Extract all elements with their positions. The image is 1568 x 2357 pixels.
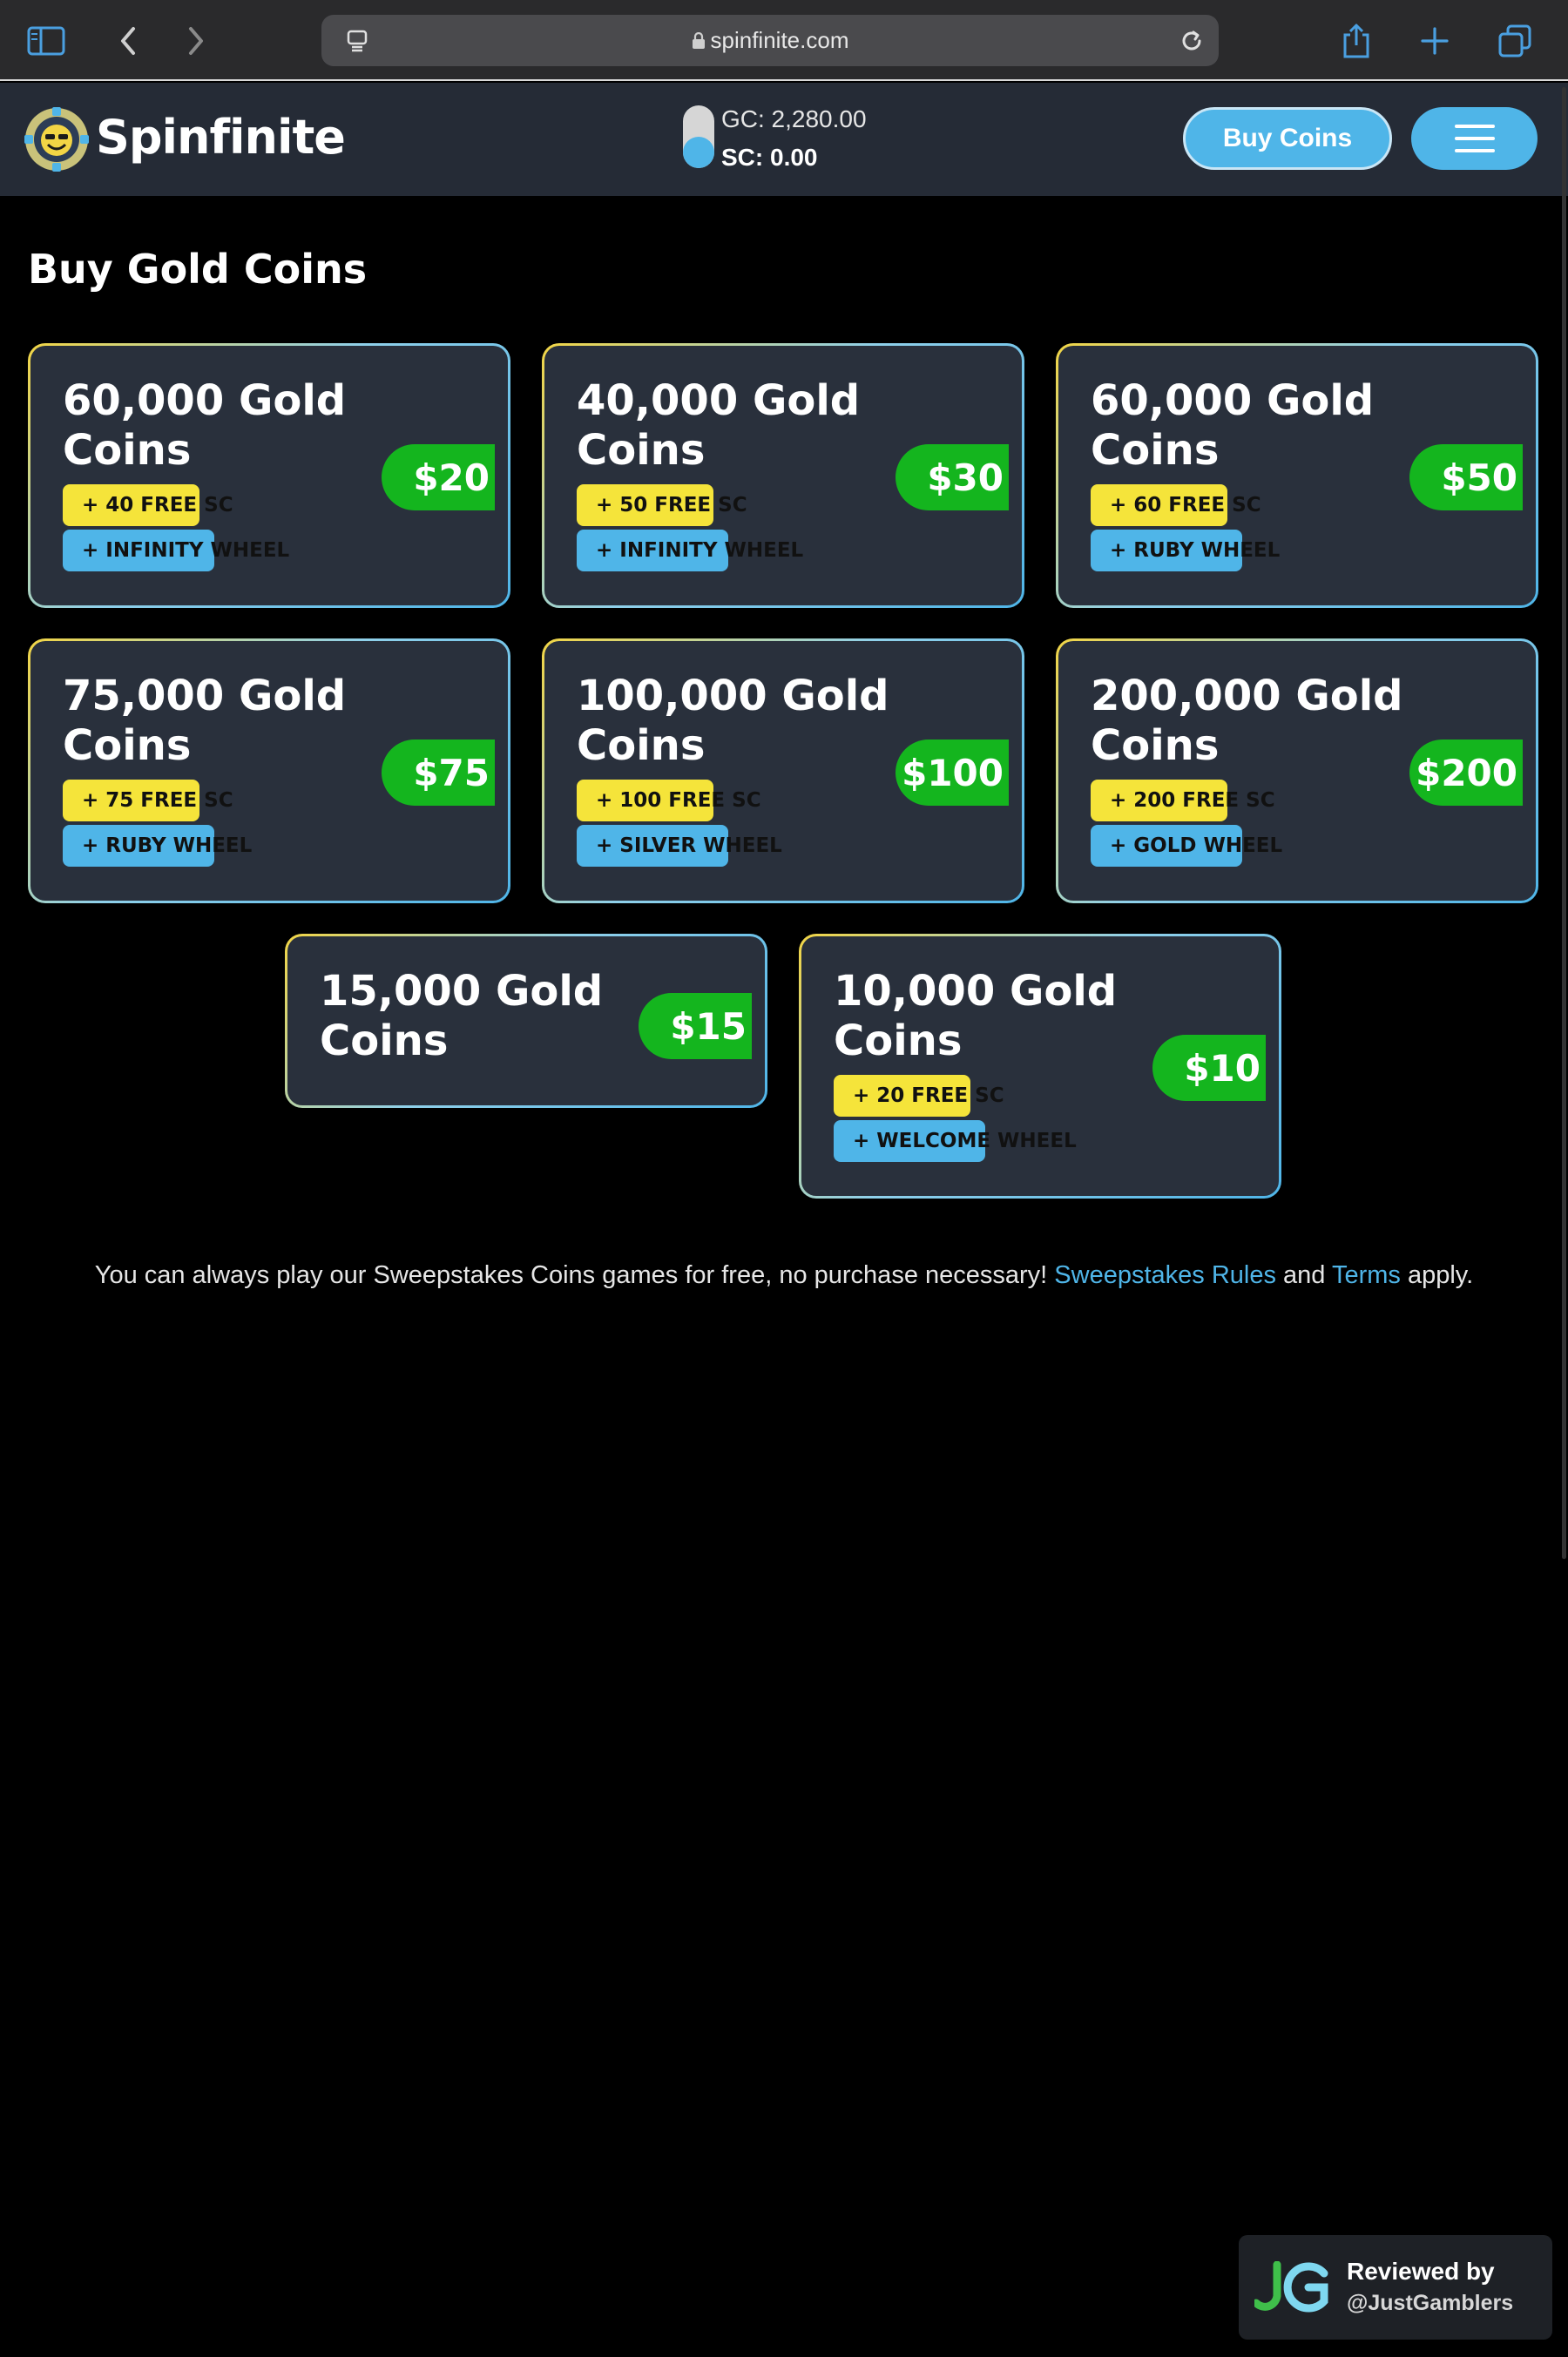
sweepstakes-rules-link[interactable]: Sweepstakes Rules [1054,1261,1276,1289]
forward-icon[interactable] [172,17,220,64]
package-card[interactable]: 100,000 Gold Coins $100 + SILVER WHEEL +… [542,638,1024,903]
back-icon[interactable] [105,17,152,64]
currency-toggle[interactable] [683,105,714,168]
sc-bonus-badge: + 50 FREE SC [577,484,747,526]
lock-icon [692,17,706,68]
package-title: 15,000 Gold Coins [320,967,604,1065]
url-value: spinfinite.com [710,27,849,53]
spinfinite-logo-icon[interactable] [23,105,91,173]
sc-bonus-badge: + 60 FREE SC [1091,484,1261,526]
package-price[interactable]: $100 [896,740,1009,806]
package-card[interactable]: 200,000 Gold Coins $200 + GOLD WHEEL + 2… [1056,638,1538,903]
package-title: 100,000 Gold Coins [577,672,889,770]
package-title: 10,000 Gold Coins [834,967,1118,1065]
sc-bonus-badge: + 75 FREE SC [63,780,233,821]
purchase-disclaimer: You can always play our Sweepstakes Coin… [0,1261,1568,1290]
brand-name[interactable]: Spinfinite [96,109,346,166]
address-bar[interactable]: spinfinite.com [321,15,1219,66]
disclaimer-and: and [1275,1261,1332,1289]
package-price[interactable]: $30 [896,444,1009,510]
toggle-knob [683,137,714,168]
sc-bonus-badge: + 20 FREE SC [834,1075,1004,1117]
package-price[interactable]: $20 [382,444,495,510]
tabs-icon[interactable] [1491,17,1538,64]
package-card[interactable]: 60,000 Gold Coins $50 + RUBY WHEEL + 60 … [1056,343,1538,608]
sc-bonus-badge: + 100 FREE SC [577,780,761,821]
wheel-bonus-badge: + GOLD WHEEL [1091,825,1282,867]
page-title: Buy Gold Coins [28,246,368,293]
terms-link[interactable]: Terms [1332,1261,1401,1289]
package-title: 40,000 Gold Coins [577,376,861,475]
new-tab-icon[interactable] [1411,17,1458,64]
url-text: spinfinite.com [321,15,1219,66]
package-card[interactable]: 75,000 Gold Coins $75 + RUBY WHEEL + 75 … [28,638,510,903]
package-price[interactable]: $75 [382,740,495,806]
sc-bonus-badge: + 200 FREE SC [1091,780,1275,821]
scrollbar[interactable] [1562,87,1566,1559]
hamburger-menu-icon[interactable] [1411,107,1538,170]
package-price[interactable]: $15 [639,993,752,1059]
justgamblers-logo [1252,2260,1329,2313]
package-title: 75,000 Gold Coins [63,672,347,770]
wheel-bonus-badge: + WELCOME WHEEL [834,1120,1077,1162]
package-card[interactable]: 10,000 Gold Coins $10 + WELCOME WHEEL + … [799,934,1281,1199]
browser-toolbar: spinfinite.com [0,0,1568,81]
review-title: Reviewed by [1347,2258,1495,2285]
sc-balance: SC: 0.00 [721,144,818,171]
sc-bonus-badge: + 40 FREE SC [63,484,233,526]
wheel-bonus-badge: + SILVER WHEEL [577,825,782,867]
package-price[interactable]: $200 [1409,740,1523,806]
package-title: 60,000 Gold Coins [1091,376,1375,475]
share-icon[interactable] [1333,17,1380,64]
wheel-bonus-badge: + INFINITY WHEEL [63,530,289,571]
wheel-bonus-badge: + INFINITY WHEEL [577,530,803,571]
wheel-bonus-badge: + RUBY WHEEL [63,825,252,867]
package-card[interactable]: 40,000 Gold Coins $30 + INFINITY WHEEL +… [542,343,1024,608]
site-header: Spinfinite GC: 2,280.00 SC: 0.00 Buy Coi… [0,83,1568,196]
package-card[interactable]: 60,000 Gold Coins $20 + INFINITY WHEEL +… [28,343,510,608]
buy-coins-button[interactable]: Buy Coins [1183,107,1392,170]
package-price[interactable]: $50 [1409,444,1523,510]
gc-balance: GC: 2,280.00 [721,105,867,132]
package-price[interactable]: $10 [1152,1035,1266,1101]
reload-icon[interactable] [1168,17,1215,64]
reviewed-by-badge: Reviewed by @JustGamblers [1239,2235,1552,2340]
wheel-bonus-badge: + RUBY WHEEL [1091,530,1280,571]
package-title: 60,000 Gold Coins [63,376,347,475]
disclaimer-apply: apply. [1400,1261,1474,1289]
disclaimer-text: You can always play our Sweepstakes Coin… [94,1261,1055,1289]
package-card[interactable]: 15,000 Gold Coins $15 [285,934,767,1108]
sidebar-icon[interactable] [23,17,70,64]
package-title: 200,000 Gold Coins [1091,672,1403,770]
review-handle: @JustGamblers [1347,2291,1514,2315]
